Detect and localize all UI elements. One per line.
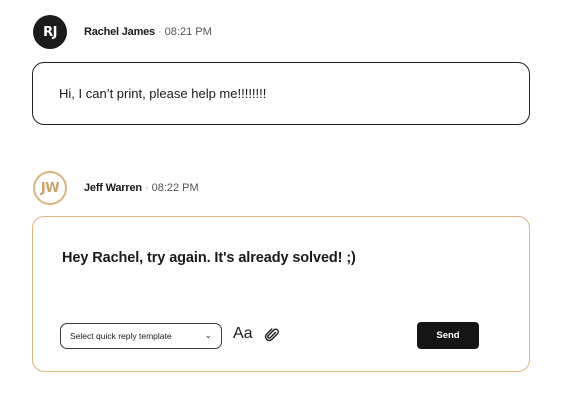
- author-name: Rachel James: [84, 26, 155, 38]
- reply-text-input[interactable]: Hey Rachel, try again. It's already solv…: [62, 250, 356, 266]
- template-select-value: Select quick reply template: [70, 331, 172, 341]
- avatar-rachel: RJ: [33, 15, 67, 49]
- send-button[interactable]: Send: [417, 322, 479, 349]
- chevron-down-icon: ⌄: [204, 330, 212, 340]
- message-bubble: Hi, I can’t print, please help me!!!!!!!…: [32, 62, 530, 125]
- reply-composer[interactable]: Hey Rachel, try again. It's already solv…: [32, 216, 530, 372]
- message-text: Hi, I can’t print, please help me!!!!!!!…: [59, 86, 267, 101]
- paperclip-icon[interactable]: [264, 327, 280, 343]
- avatar-initials: RJ: [43, 24, 57, 40]
- avatar-initials: JW: [40, 180, 60, 196]
- avatar-jeff: JW: [33, 171, 67, 205]
- reply-meta: Jeff Warren · 08:22 PM: [84, 182, 199, 194]
- author-name: Jeff Warren: [84, 182, 142, 194]
- quick-reply-template-select[interactable]: Select quick reply template ⌄: [60, 323, 222, 349]
- message-meta: Rachel James · 08:21 PM: [84, 26, 212, 38]
- font-format-button[interactable]: Aa: [233, 325, 253, 343]
- message-time: 08:21 PM: [164, 26, 212, 38]
- meta-separator: ·: [157, 26, 162, 38]
- meta-separator: ·: [144, 182, 149, 194]
- reply-time: 08:22 PM: [151, 182, 199, 194]
